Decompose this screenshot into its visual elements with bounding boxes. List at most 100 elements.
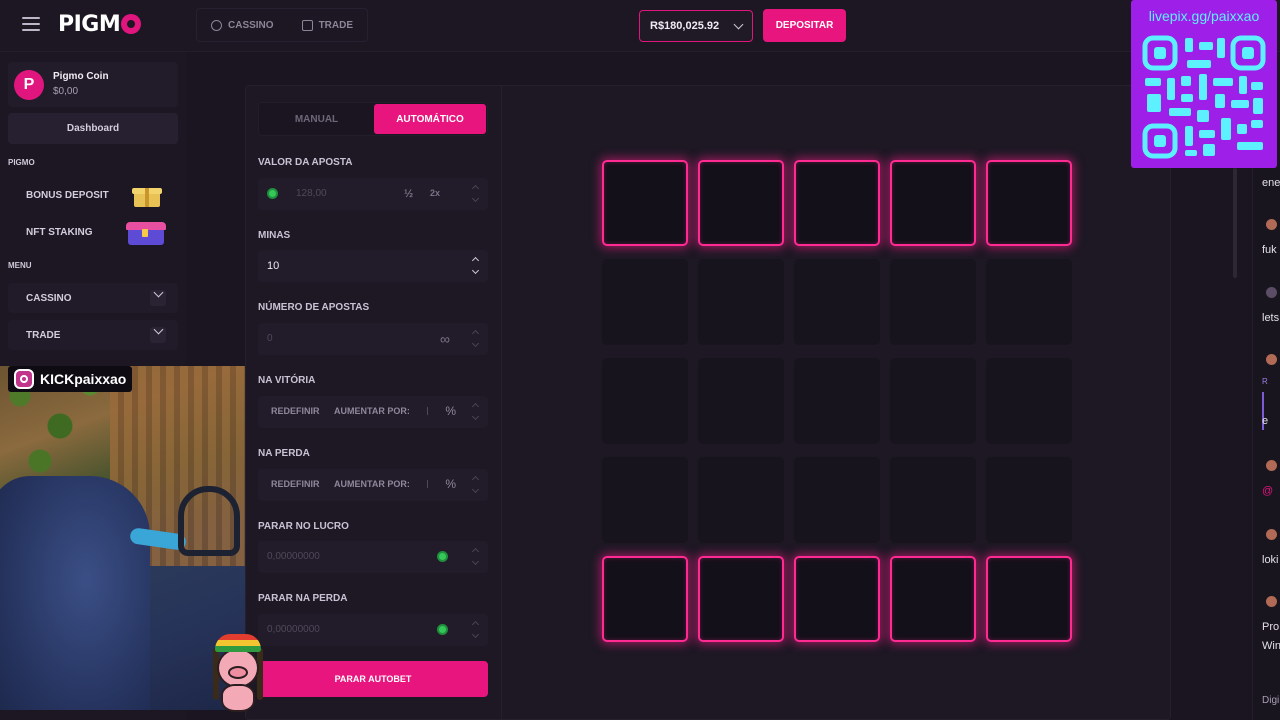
mine-tile[interactable] [602, 457, 688, 543]
on-win-reset-button[interactable]: REDEFINIR [271, 406, 320, 416]
mine-tile[interactable] [890, 556, 976, 642]
mine-tile[interactable] [986, 358, 1072, 444]
sidebar-item-label: TRADE [26, 329, 61, 341]
sidebar-item-label: NFT STAKING [26, 226, 93, 238]
infinity-icon[interactable]: ∞ [440, 331, 450, 347]
mines-grid [602, 160, 1072, 644]
on-win-stepper[interactable] [470, 402, 480, 422]
streamer-tag: KICKpaixxao [8, 366, 133, 392]
chat-message: fuk [1262, 244, 1277, 256]
dashboard-button[interactable]: Dashboard [8, 113, 178, 144]
num-bets-placeholder: 0 [267, 333, 273, 344]
stop-profit-placeholder: 0,00000000 [267, 551, 320, 562]
double-button[interactable]: 2x [430, 188, 440, 198]
stop-profit-label: PARAR NO LUCRO [258, 521, 349, 532]
mine-tile[interactable] [794, 358, 880, 444]
stop-profit-stepper[interactable] [470, 547, 480, 567]
casino-icon [211, 19, 222, 31]
mines-stepper[interactable] [470, 256, 480, 276]
sidebar-item-bonus-deposit[interactable]: BONUS DEPOSIT [8, 180, 178, 210]
pigmo-logo[interactable]: PIGM [58, 12, 142, 37]
mine-tile[interactable] [794, 259, 880, 345]
sidebar-item-trade[interactable]: TRADE [8, 320, 178, 350]
mine-tile[interactable] [890, 259, 976, 345]
chevron-down-icon [153, 287, 164, 298]
on-loss-reset-button[interactable]: REDEFINIR [271, 479, 320, 489]
mode-tabs: MANUAL AUTOMÁTICO [258, 102, 488, 136]
sidebar-item-nft-staking[interactable]: NFT STAKING [8, 217, 178, 247]
on-loss-increase-button[interactable]: AUMENTAR POR: [334, 479, 410, 489]
chat-mention: @ [1262, 485, 1274, 497]
expand-toggle[interactable] [150, 287, 166, 306]
pigmo-coin-card[interactable]: P Pigmo Coin $0,00 [8, 62, 178, 107]
mines-game-panel: MANUAL AUTOMÁTICO VALOR DA APOSTA 128,00… [245, 85, 1171, 720]
on-loss-stepper[interactable] [470, 475, 480, 495]
top-bar: PIGM CASSINO TRADE R$180,025.92 DEPOSITA… [0, 0, 1280, 52]
sidebar-item-cassino[interactable]: CASSINO [8, 283, 178, 313]
mine-tile[interactable] [794, 457, 880, 543]
mine-tile[interactable] [698, 556, 784, 642]
mine-tile[interactable] [890, 160, 976, 246]
bet-amount-input[interactable]: 128,00 ½ 2x [258, 178, 488, 210]
gift-icon [130, 182, 162, 208]
coin-balance: $0,00 [53, 86, 79, 97]
mine-tile[interactable] [890, 358, 976, 444]
on-loss-percent-icon: % [445, 477, 456, 491]
nav-cassino[interactable]: CASSINO [197, 9, 288, 41]
stop-loss-stepper[interactable] [470, 620, 480, 640]
on-win-increase-button[interactable]: AUMENTAR POR: [334, 406, 410, 416]
tab-manual[interactable]: MANUAL [259, 103, 374, 135]
on-loss-field: REDEFINIR AUMENTAR POR: % [258, 469, 488, 501]
mine-tile[interactable] [602, 358, 688, 444]
nav-trade[interactable]: TRADE [288, 9, 367, 41]
stop-loss-input[interactable]: 0,00000000 [258, 614, 488, 646]
stop-profit-input[interactable]: 0,00000000 [258, 541, 488, 573]
mine-tile[interactable] [698, 457, 784, 543]
main-scrollbar[interactable] [1233, 168, 1237, 278]
on-loss-label: NA PERDA [258, 448, 310, 459]
num-bets-input[interactable]: 0 ∞ [258, 323, 488, 355]
webcam-chair [0, 476, 150, 710]
chevron-down-icon [733, 19, 744, 29]
mine-tile[interactable] [698, 160, 784, 246]
stop-autobet-button[interactable]: PARAR AUTOBET [258, 661, 488, 697]
deposit-button[interactable]: DEPOSITAR [763, 9, 846, 42]
mine-tile[interactable] [794, 556, 880, 642]
mine-tile[interactable] [890, 457, 976, 543]
chat-reply-tag: R [1262, 377, 1268, 386]
bet-amount-stepper[interactable] [470, 184, 480, 204]
bet-amount-placeholder: 128,00 [296, 188, 327, 199]
tab-automatic[interactable]: AUTOMÁTICO [374, 104, 486, 134]
instagram-icon [14, 369, 34, 389]
nav-trade-label: TRADE [318, 19, 354, 31]
coin-icon [437, 551, 448, 562]
num-bets-stepper[interactable] [470, 329, 480, 349]
chat-message: lets [1262, 312, 1280, 324]
mine-tile[interactable] [698, 358, 784, 444]
brand-text: PIGM [58, 12, 121, 37]
coin-icon [437, 624, 448, 635]
mine-tile[interactable] [794, 160, 880, 246]
mines-value: 10 [267, 260, 280, 272]
chat-message: loki [1262, 554, 1279, 566]
top-nav: CASSINO TRADE [196, 8, 369, 42]
mine-tile[interactable] [602, 259, 688, 345]
mine-tile[interactable] [986, 160, 1072, 246]
mine-tile[interactable] [986, 457, 1072, 543]
mine-tile[interactable] [698, 259, 784, 345]
bet-amount-label: VALOR DA APOSTA [258, 157, 353, 168]
balance-value: R$180,025.92 [650, 20, 720, 32]
mine-tile[interactable] [986, 259, 1072, 345]
menu-icon[interactable] [22, 17, 40, 33]
expand-toggle[interactable] [150, 324, 166, 343]
balance-selector[interactable]: R$180,025.92 [639, 10, 753, 42]
chat-panel: ene fuk lets R e @ loki Pro Win Digi [1252, 168, 1280, 720]
mine-tile[interactable] [986, 556, 1072, 642]
chat-input-placeholder[interactable]: Digi [1262, 695, 1279, 706]
mines-input[interactable]: 10 [258, 250, 488, 282]
num-bets-label: NÚMERO DE APOSTAS [258, 302, 370, 313]
chat-message: e [1262, 415, 1269, 427]
mine-tile[interactable] [602, 160, 688, 246]
mine-tile[interactable] [602, 556, 688, 642]
half-button[interactable]: ½ [404, 188, 413, 200]
